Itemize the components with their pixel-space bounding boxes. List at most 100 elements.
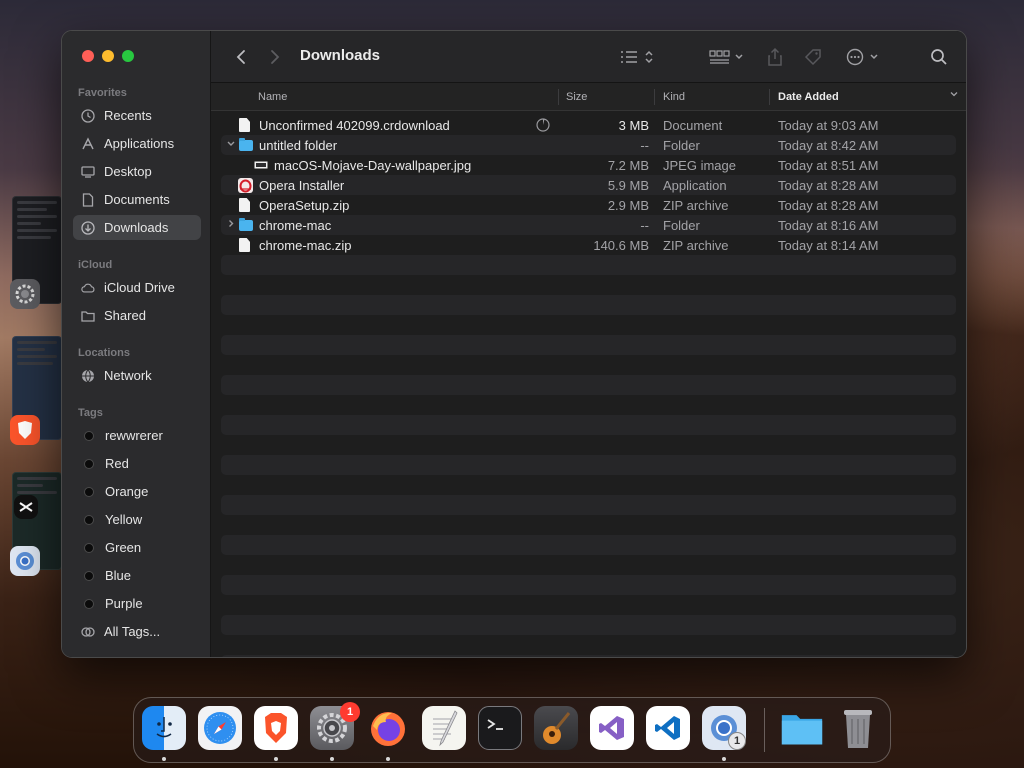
sidebar-section-favorites: Favorites: [78, 87, 127, 99]
sidebar-item-label: Shared: [104, 308, 146, 323]
image-file-icon: [254, 158, 268, 172]
file-row[interactable]: chrome-mac.zip 140.6 MB ZIP archive Toda…: [221, 235, 956, 255]
file-date-added: Today at 8:42 AM: [778, 138, 879, 153]
sidebar-item-label: Green: [105, 540, 142, 555]
column-header-name[interactable]: Name: [258, 91, 287, 103]
close-button[interactable]: [82, 50, 94, 62]
sidebar-item-label: All Tags...: [104, 624, 161, 639]
file-row[interactable]: untitled folder -- Folder Today at 8:42 …: [221, 135, 956, 155]
vscode-icon[interactable]: [646, 706, 690, 750]
file-name: OperaSetup.zip: [259, 198, 350, 213]
empty-row: [221, 535, 956, 555]
empty-row: [221, 455, 956, 475]
folder-icon: [239, 218, 253, 232]
tag-color-dot: [84, 542, 94, 553]
sidebar-item-label: Recents: [104, 108, 152, 123]
sidebar-item-label: Red: [105, 456, 129, 471]
safari-icon[interactable]: [198, 706, 242, 750]
empty-row: [221, 655, 956, 657]
window-title: Downloads: [300, 47, 381, 64]
system-settings-icon[interactable]: [10, 279, 40, 309]
dock-separator: [764, 708, 765, 752]
sidebar-item-tag[interactable]: Purple: [73, 591, 201, 616]
garageband-icon[interactable]: [534, 706, 578, 750]
file-kind: Folder: [663, 218, 700, 233]
disclosure-expanded-icon[interactable]: [226, 137, 236, 154]
sidebar-item-desktop[interactable]: Desktop: [73, 159, 201, 184]
sidebar-section-tags: Tags: [78, 407, 103, 419]
column-header-kind[interactable]: Kind: [663, 91, 685, 103]
sidebar-item-tag[interactable]: Blue: [73, 563, 201, 588]
file-row[interactable]: Unconfirmed 402099.crdownload 3 MB Docum…: [221, 115, 956, 135]
sidebar-item-label: rewwrerer: [105, 428, 163, 443]
search-icon[interactable]: [929, 45, 949, 69]
sidebar-item-downloads[interactable]: Downloads: [73, 215, 201, 240]
list-view-button[interactable]: [617, 45, 657, 69]
group-button[interactable]: [707, 45, 747, 69]
visual-studio-icon[interactable]: [590, 706, 634, 750]
notification-badge: 1: [340, 702, 360, 722]
share-icon[interactable]: [765, 45, 785, 69]
finder-icon[interactable]: [142, 706, 186, 750]
back-button[interactable]: [231, 45, 251, 69]
file-browser: Downloads Name Size Kind Date Added Unco…: [211, 31, 966, 657]
file-kind: JPEG image: [663, 158, 736, 173]
sidebar-item-tag[interactable]: rewwrerer: [73, 423, 201, 448]
zip-icon: [239, 198, 253, 212]
file-kind: Document: [663, 118, 723, 133]
opera-installer-icon: [238, 178, 253, 193]
column-header-size[interactable]: Size: [566, 91, 587, 103]
more-actions-icon[interactable]: [845, 45, 883, 69]
notification-badge: 1: [728, 732, 746, 750]
sidebar-item-shared[interactable]: Shared: [73, 303, 201, 328]
file-size: 140.6 MB: [593, 238, 649, 253]
chrome-installer-icon[interactable]: [10, 546, 40, 576]
sidebar-item-tag[interactable]: Yellow: [73, 507, 201, 532]
sidebar-item-tag[interactable]: Green: [73, 535, 201, 560]
forward-button[interactable]: [265, 45, 285, 69]
file-row[interactable]: chrome-mac -- Folder Today at 8:16 AM: [221, 215, 956, 235]
textedit-icon[interactable]: [422, 706, 466, 750]
sidebar-item-tag[interactable]: Red: [73, 451, 201, 476]
sidebar-item-applications[interactable]: Applications: [73, 131, 201, 156]
tag-color-dot: [84, 430, 94, 441]
globe-icon: [81, 369, 95, 383]
folder-icon: [239, 138, 253, 152]
file-row[interactable]: OperaSetup.zip 2.9 MB ZIP archive Today …: [221, 195, 956, 215]
downloads-folder-icon[interactable]: [780, 706, 824, 750]
brave-icon[interactable]: [10, 415, 40, 445]
document-icon: [81, 192, 95, 207]
disclosure-collapsed-icon[interactable]: [226, 217, 236, 234]
sidebar-item-all-tags[interactable]: All Tags...: [73, 619, 201, 644]
file-row[interactable]: Opera Installer 5.9 MB Application Today…: [221, 175, 956, 195]
sidebar-item-icloud-drive[interactable]: iCloud Drive: [73, 275, 201, 300]
sidebar-item-tag[interactable]: Orange: [73, 479, 201, 504]
file-date-added: Today at 8:28 AM: [778, 198, 879, 213]
tag-icon[interactable]: [803, 45, 823, 69]
empty-row: [221, 415, 956, 435]
file-row[interactable]: macOS-Mojave-Day-wallpaper.jpg 7.2 MB JP…: [221, 155, 956, 175]
sort-chevron-icon[interactable]: [949, 89, 959, 102]
empty-row: [221, 495, 956, 515]
sidebar-item-documents[interactable]: Documents: [73, 187, 201, 212]
sidebar-section-icloud: iCloud: [78, 259, 113, 271]
column-header-date-added[interactable]: Date Added: [778, 91, 839, 103]
brave-icon[interactable]: [254, 706, 298, 750]
capcut-icon[interactable]: [14, 495, 38, 519]
file-size: 2.9 MB: [607, 198, 649, 213]
minimize-button[interactable]: [102, 50, 114, 62]
sidebar-item-network[interactable]: Network: [73, 363, 201, 388]
dock: 1 1: [133, 697, 891, 763]
cloud-icon: [81, 281, 95, 295]
finder-window: Favorites Recents Applications Desktop D…: [61, 30, 967, 658]
sidebar-item-label: Downloads: [104, 220, 169, 235]
firefox-icon[interactable]: [366, 706, 410, 750]
file-kind: ZIP archive: [663, 238, 729, 253]
terminal-icon[interactable]: [478, 706, 522, 750]
trash-icon[interactable]: [836, 706, 880, 750]
sidebar-item-label: Network: [104, 368, 152, 383]
file-kind: ZIP archive: [663, 198, 729, 213]
download-progress-icon[interactable]: [536, 118, 550, 132]
sidebar-item-recents[interactable]: Recents: [73, 103, 201, 128]
zoom-button[interactable]: [122, 50, 134, 62]
